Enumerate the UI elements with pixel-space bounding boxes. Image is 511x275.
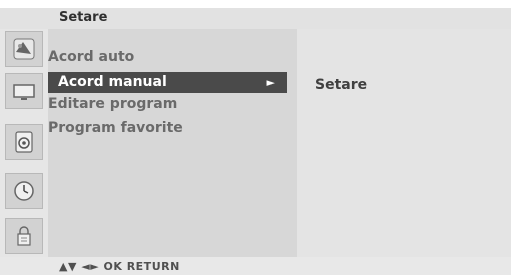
tv-menu-screen: Setare Acord auto Acord manual ► Editare…: [0, 0, 511, 275]
menu-item-editare-program[interactable]: Editare program: [0, 94, 297, 115]
clock-icon: [14, 181, 34, 201]
menu-item-acord-manual[interactable]: Acord manual ►: [48, 72, 287, 93]
submenu-item-setare[interactable]: Setare: [315, 77, 367, 93]
category-time-button[interactable]: [5, 173, 43, 209]
footer-bar: ▲▼ ◄► OK RETURN: [0, 257, 511, 275]
submenu-panel: Setare: [297, 29, 511, 257]
navigation-hint: ▲▼ ◄► OK RETURN: [59, 260, 180, 273]
lock-icon: [17, 226, 31, 246]
menu-item-label: Acord auto: [48, 49, 135, 65]
title-bar: Setare: [0, 8, 511, 29]
page-title: Setare: [59, 10, 108, 25]
menu-item-program-favorite[interactable]: Program favorite: [0, 118, 297, 139]
menu-item-label: Acord manual: [58, 74, 167, 90]
chevron-right-icon: ►: [266, 76, 275, 89]
category-lock-button[interactable]: [5, 218, 43, 254]
menu-item-label: Program favorite: [48, 120, 183, 136]
menu-item-label: Editare program: [48, 96, 178, 112]
menu-item-acord-auto[interactable]: Acord auto: [0, 47, 297, 68]
